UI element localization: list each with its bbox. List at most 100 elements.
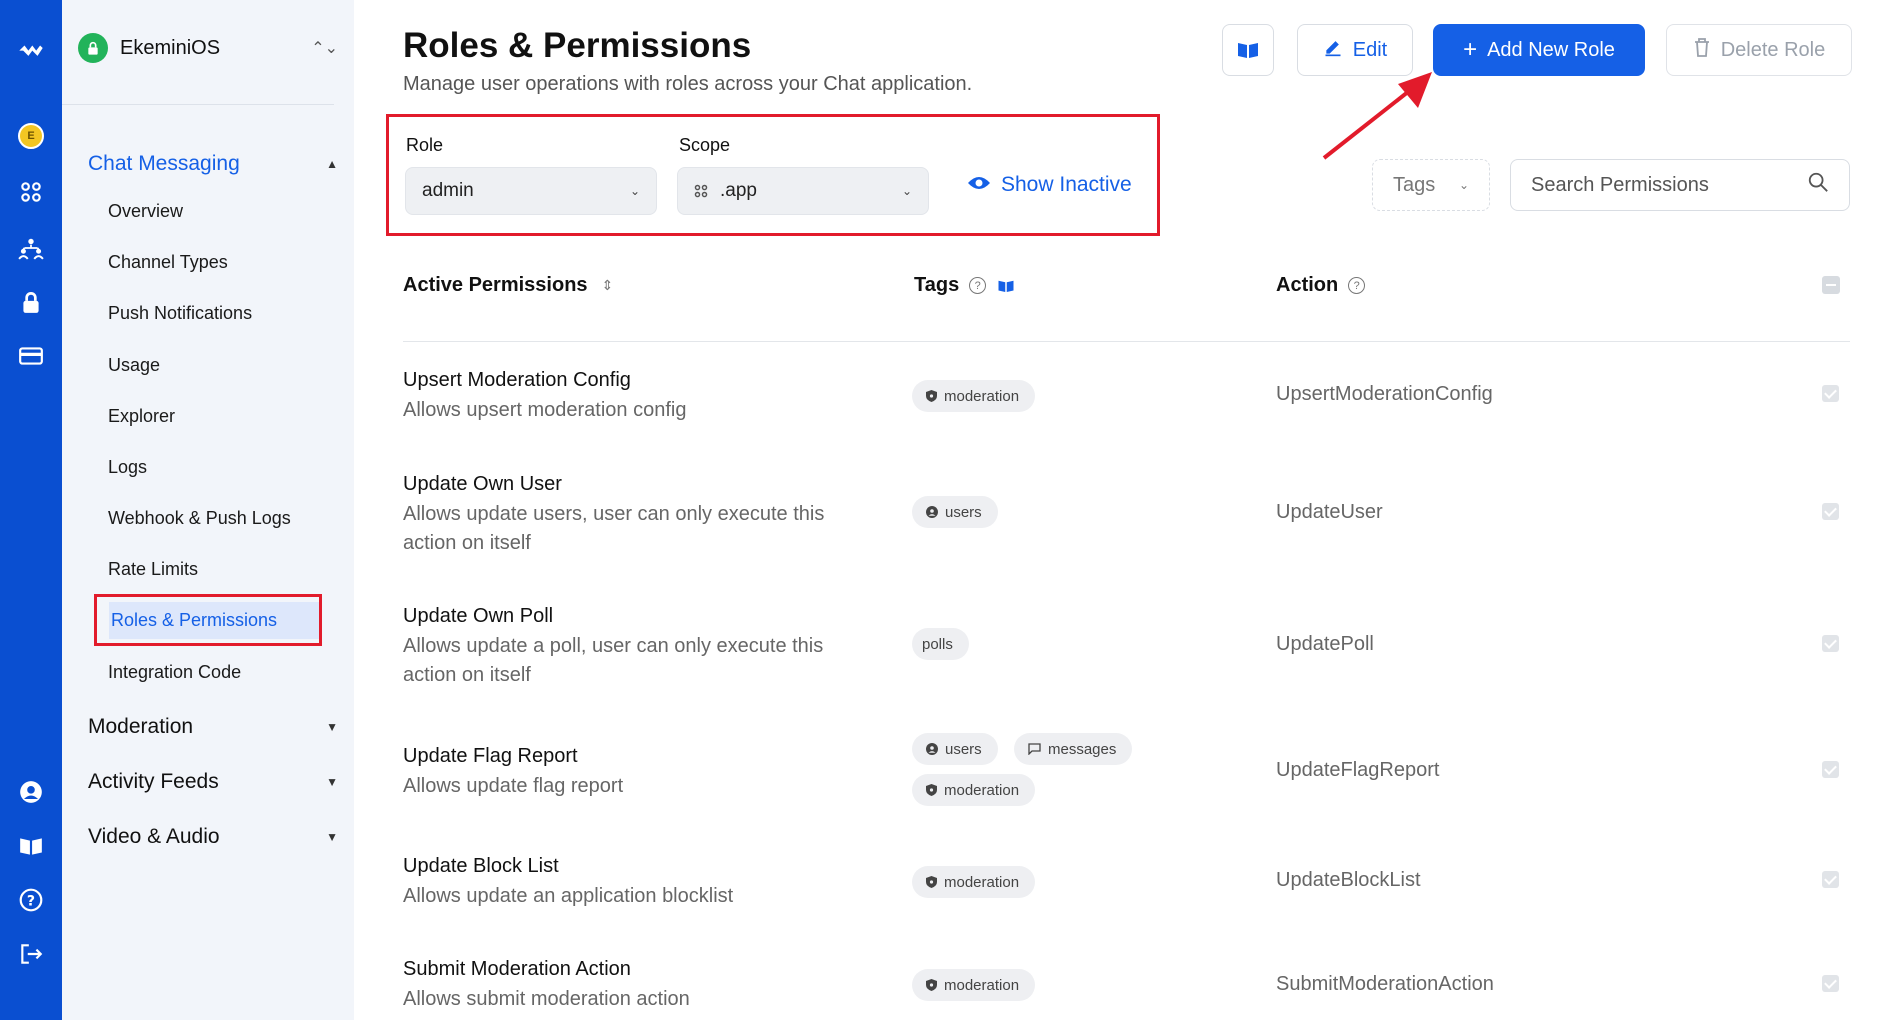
sidebar: EkeminiOS ⌃⌄ Chat Messaging ▲ Overview C… [62, 0, 354, 1020]
column-header-permissions[interactable]: Active Permissions ⇕ [403, 274, 613, 297]
section-label: Activity Feeds [88, 770, 219, 793]
section-chat-messaging[interactable]: Chat Messaging ▲ [88, 152, 338, 176]
section-activity-feeds[interactable]: Activity Feeds ▼ [88, 770, 338, 794]
search-icon [1807, 171, 1829, 199]
header-divider [403, 341, 1850, 342]
tag-label: messages [1048, 740, 1117, 758]
help-icon[interactable]: ? [969, 277, 987, 294]
header-label: Active Permissions [403, 274, 588, 296]
row-checkbox[interactable] [1822, 385, 1839, 402]
sidebar-item-channel-types[interactable]: Channel Types [108, 252, 228, 273]
billing-card-icon[interactable] [0, 336, 62, 376]
help-icon[interactable]: ? [0, 880, 62, 920]
permission-action: UpdateFlagReport [1276, 759, 1440, 781]
profile-icon[interactable] [0, 772, 62, 812]
stream-logo-icon[interactable] [0, 30, 62, 70]
tag-label: users [945, 740, 982, 758]
logout-icon[interactable] [0, 934, 62, 974]
sidebar-item-overview[interactable]: Overview [108, 201, 183, 222]
tag-chip: messages [1014, 733, 1133, 765]
annotation-arrow [1322, 72, 1432, 160]
permission-desc: Allows upsert moderation config [403, 399, 687, 421]
search-placeholder: Search Permissions [1531, 173, 1709, 196]
section-label: Moderation [88, 715, 194, 738]
sidebar-divider [62, 104, 334, 105]
permission-action: UpdateUser [1276, 501, 1383, 523]
permission-name: Update Flag Report [403, 745, 578, 767]
section-label: Video & Audio [88, 825, 220, 848]
tags-filter-dropdown[interactable]: Tags ⌄ [1372, 159, 1490, 211]
edit-button[interactable]: Edit [1297, 24, 1413, 76]
dashboard-grid-icon[interactable] [0, 172, 62, 212]
column-header-action: Action ? [1276, 274, 1366, 297]
user-circle-icon [926, 743, 938, 755]
tag-chip: moderation [912, 380, 1036, 412]
tag-label: polls [922, 635, 953, 653]
role-select[interactable]: admin ⌄ [405, 167, 657, 215]
tag-chip: users [912, 733, 998, 765]
chevron-down-icon: ⌄ [901, 184, 912, 198]
row-checkbox[interactable] [1822, 503, 1839, 520]
sidebar-item-integration-code[interactable]: Integration Code [108, 662, 241, 683]
row-checkbox[interactable] [1822, 635, 1839, 652]
eye-icon [967, 173, 991, 197]
section-video-audio[interactable]: Video & Audio ▼ [88, 825, 338, 849]
chevron-updown-icon: ⌃⌄ [311, 40, 338, 57]
sidebar-item-push-notifications[interactable]: Push Notifications [108, 303, 252, 324]
docs-book-icon [1238, 43, 1258, 58]
org-avatar-icon[interactable]: E [0, 116, 62, 156]
permission-desc: Allows update users, user can only execu… [403, 503, 825, 554]
section-moderation[interactable]: Moderation ▼ [88, 715, 338, 739]
permission-desc: Allows update flag report [403, 775, 624, 797]
tag-chip: polls [912, 628, 969, 660]
sidebar-item-usage[interactable]: Usage [108, 355, 160, 376]
column-header-tags: Tags ? [914, 274, 1016, 297]
add-new-role-button[interactable]: + Add New Role [1433, 24, 1645, 76]
chevron-down-icon: ⌄ [629, 184, 640, 198]
pencil-icon [1323, 37, 1343, 63]
sidebar-item-explorer[interactable]: Explorer [108, 406, 175, 427]
permission-desc: Allows submit moderation action [403, 988, 690, 1010]
sidebar-item-logs[interactable]: Logs [108, 457, 147, 478]
show-inactive-label: Show Inactive [1001, 173, 1132, 196]
caret-up-icon: ▲ [326, 157, 338, 171]
permission-name: Update Own Poll [403, 605, 554, 627]
row-checkbox[interactable] [1822, 761, 1839, 778]
org-switcher[interactable]: EkeminiOS ⌃⌄ [78, 30, 338, 66]
row-checkbox[interactable] [1822, 975, 1839, 992]
docs-button[interactable] [1222, 24, 1274, 76]
sidebar-item-rate-limits[interactable]: Rate Limits [108, 559, 198, 580]
user-circle-icon [926, 506, 938, 518]
header-label: Tags [914, 274, 960, 296]
tag-chip: users [912, 496, 998, 528]
tag-chip: moderation [912, 774, 1036, 806]
caret-down-icon: ▼ [326, 720, 338, 734]
permission-action: UpsertModerationConfig [1276, 383, 1493, 405]
docs-book-icon[interactable] [0, 826, 62, 866]
sidebar-item-label: Roles & Permissions [109, 601, 319, 639]
show-inactive-toggle[interactable]: Show Inactive [967, 173, 1132, 197]
team-icon[interactable] [0, 228, 62, 268]
caret-down-icon: ▼ [326, 830, 338, 844]
delete-role-button[interactable]: Delete Role [1666, 24, 1852, 76]
apps-grid-icon [694, 184, 708, 198]
row-checkbox[interactable] [1822, 871, 1839, 888]
scope-select[interactable]: .app ⌄ [677, 167, 929, 215]
tag-label: moderation [944, 387, 1020, 405]
add-role-label: Add New Role [1487, 38, 1615, 61]
docs-book-icon[interactable] [996, 277, 1016, 295]
page-title: Roles & Permissions [403, 26, 752, 65]
lock-icon[interactable] [0, 282, 62, 322]
plus-icon: + [1463, 36, 1478, 63]
sidebar-item-roles-permissions[interactable]: Roles & Permissions [94, 594, 322, 646]
select-all-checkbox[interactable] [1822, 276, 1840, 294]
tag-label: users [945, 503, 982, 521]
permission-desc: Allows update an application blocklist [403, 885, 734, 907]
sidebar-item-webhook-push-logs[interactable]: Webhook & Push Logs [108, 508, 291, 529]
edit-label: Edit [1352, 38, 1388, 61]
help-icon[interactable]: ? [1348, 277, 1366, 294]
sort-icon[interactable]: ⇕ [602, 277, 614, 294]
svg-text:?: ? [27, 893, 35, 909]
search-permissions-input[interactable]: Search Permissions [1510, 159, 1850, 211]
role-label: Role [406, 135, 444, 155]
